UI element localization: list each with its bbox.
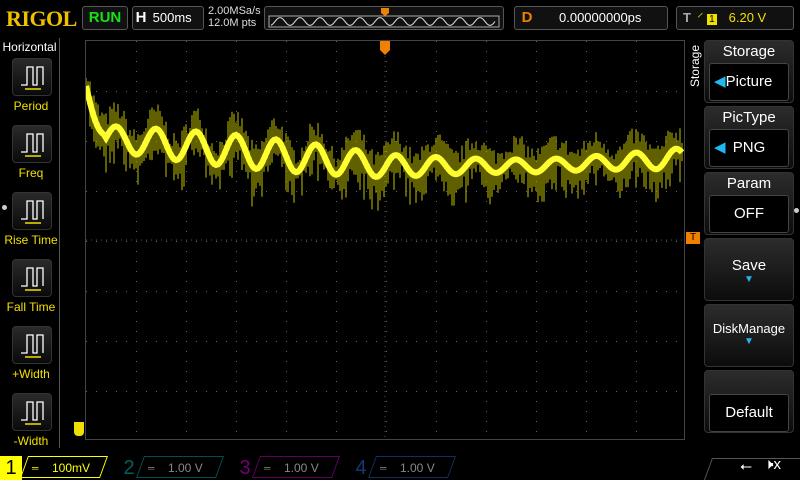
rising-edge-icon: ⸍: [696, 10, 704, 25]
channel-3[interactable]: 3 ═ 1.00 V: [232, 456, 344, 480]
menu-vertical-title: Storage: [688, 45, 702, 88]
delay-label: D: [521, 9, 533, 26]
trigger-label: T: [683, 10, 691, 25]
speaker-muted-icon[interactable]: 🕨x: [764, 456, 781, 473]
softkey-default[interactable]: Default: [704, 370, 794, 433]
channel1-offset-marker: [74, 422, 84, 436]
period-icon[interactable]: [12, 58, 52, 96]
rigol-logo: RIGOL: [6, 6, 77, 31]
submenu-arrow-icon: ▼: [744, 336, 754, 347]
acquisition-info: 2.00MSa/s 12.0M pts: [208, 5, 261, 29]
softkey-label: Param: [726, 175, 772, 192]
softkey-label: Save: [731, 257, 767, 274]
delay-box[interactable]: D 0.00000000ps: [514, 6, 668, 30]
submenu-arrow-icon: ▼: [744, 274, 754, 285]
run-status[interactable]: RUN: [82, 6, 128, 30]
menu-item-label: Fall Time: [6, 300, 56, 314]
softkey-save[interactable]: Save ▼: [704, 238, 794, 301]
memory-overview: [264, 6, 504, 30]
softkey-label: Storage: [722, 43, 776, 60]
channel-scale: 1.00 V: [168, 461, 203, 475]
channel-1[interactable]: 1 ═ 100mV: [0, 456, 112, 480]
trigger-level: 6.20 V: [728, 10, 767, 25]
trigger-position-marker: [380, 41, 390, 60]
page-indicator: [794, 208, 799, 213]
page-indicator: [2, 205, 7, 210]
softkey-label: PicType: [722, 109, 776, 126]
left-arrow-icon: ◀: [714, 73, 726, 90]
softkey-pictype[interactable]: PicType ◀ PNG: [704, 106, 794, 169]
left-arrow-icon: ◀: [714, 139, 726, 156]
sample-rate: 2.00MSa/s: [208, 5, 261, 17]
timebase-label: H: [135, 9, 147, 26]
softkey-value: Picture: [725, 73, 773, 90]
channel-4[interactable]: 4 ═ 1.00 V: [348, 456, 460, 480]
softkey-diskmanage[interactable]: DiskManage ▼: [704, 304, 794, 367]
memory-depth: 12.0M pts: [208, 17, 257, 29]
softkey-label: Default: [709, 394, 789, 432]
channel-scale: 1.00 V: [284, 461, 319, 475]
negative-width-icon[interactable]: [12, 393, 52, 431]
coupling-dc-icon: ═: [264, 463, 271, 473]
channel-scale: 1.00 V: [400, 461, 435, 475]
menu-item-label: Rise Time: [4, 233, 58, 247]
menu-item-label: Freq: [18, 166, 44, 180]
softkey-label: DiskManage: [712, 321, 786, 336]
channel-bar: 1 ═ 100mV 2 ═ 1.00 V 3 ═ 1.00 V 4 ═ 1.00 V: [0, 452, 800, 480]
graticule: [83, 41, 685, 439]
rise-time-icon[interactable]: [12, 192, 52, 230]
softkey-value: OFF: [734, 205, 764, 222]
channel-2[interactable]: 2 ═ 1.00 V: [116, 456, 228, 480]
softkey-param[interactable]: Param OFF: [704, 172, 794, 235]
memory-waveform: [268, 8, 500, 28]
menu-item-label: -Width: [13, 434, 49, 448]
delay-value: 0.00000000ps: [559, 10, 642, 25]
positive-width-icon[interactable]: [12, 326, 52, 364]
coupling-dc-icon: ═: [380, 463, 387, 473]
fall-time-icon[interactable]: [12, 259, 52, 297]
trigger-position-icon: [381, 8, 389, 16]
trigger-level-marker: T: [686, 232, 700, 244]
menu-item-label: +Width: [12, 367, 50, 381]
freq-icon[interactable]: [12, 125, 52, 163]
menu-title: Horizontal: [2, 40, 57, 54]
timebase-box[interactable]: H 500ms: [132, 6, 204, 30]
coupling-dc-icon: ═: [148, 463, 155, 473]
channel-number: 1: [0, 456, 22, 480]
channel-scale: 100mV: [52, 461, 91, 475]
softkey-value: PNG: [732, 139, 766, 156]
waveform-display[interactable]: [83, 40, 685, 440]
horizontal-measure-menu: Horizontal Period Freq Rise Time Fall Time +…: [0, 38, 60, 448]
trigger-box[interactable]: T ⸍ 1 6.20 V: [676, 6, 794, 30]
timebase-value: 500ms: [152, 10, 192, 25]
usb-icon: ⭠: [740, 458, 753, 475]
menu-item-label: Period: [13, 99, 49, 113]
trigger-source: 1: [707, 14, 717, 25]
softkey-storage[interactable]: Storage ◀ Picture: [704, 40, 794, 103]
coupling-dc-icon: ═: [32, 463, 39, 473]
